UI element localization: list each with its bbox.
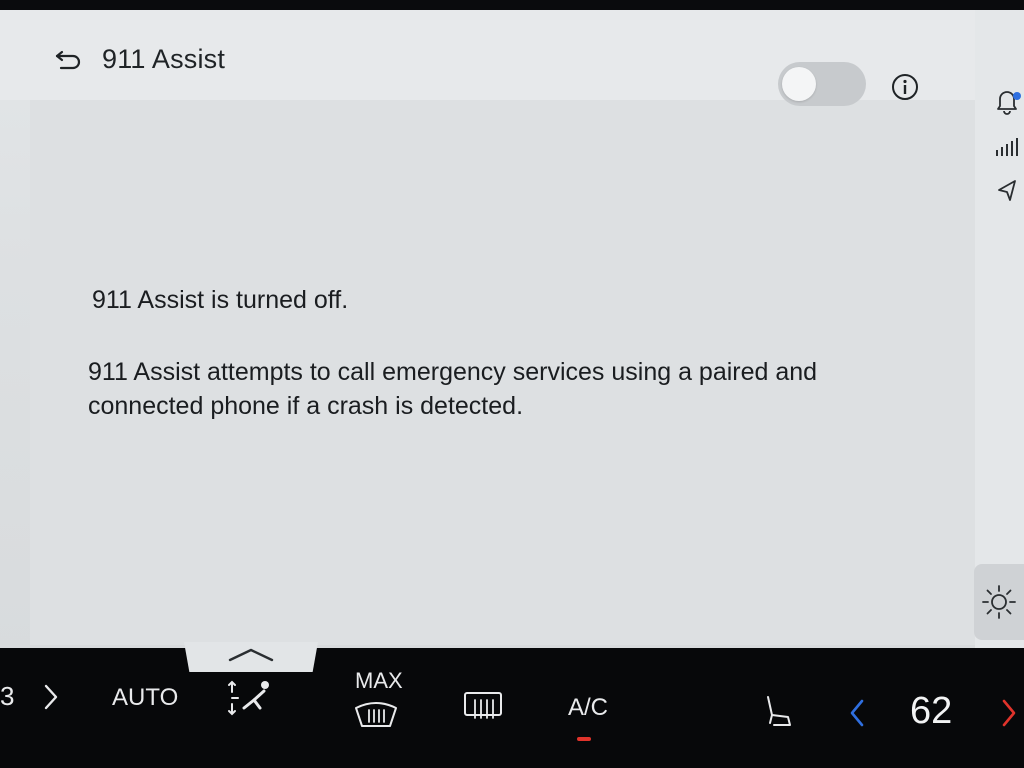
description-text: 911 Assist attempts to call emergency se… bbox=[88, 358, 818, 420]
rear-defrost-icon[interactable] bbox=[460, 688, 506, 724]
seat-icon[interactable] bbox=[758, 693, 798, 733]
brightness-button[interactable] bbox=[974, 564, 1024, 640]
chevron-right-icon[interactable] bbox=[996, 697, 1020, 729]
info-button[interactable] bbox=[890, 72, 920, 102]
screen: 911 Assist 911 Assist is turned off. 911… bbox=[0, 0, 1024, 768]
chevron-right-icon[interactable] bbox=[40, 682, 62, 712]
climate-expand-handle[interactable] bbox=[184, 642, 318, 672]
back-button[interactable] bbox=[48, 42, 88, 78]
bell-icon[interactable] bbox=[990, 84, 1024, 118]
max-defrost-icon[interactable] bbox=[352, 698, 400, 730]
toggle-knob bbox=[782, 67, 816, 101]
ac-button[interactable]: A/C bbox=[568, 694, 608, 722]
info-icon bbox=[892, 74, 918, 100]
signal-icon bbox=[990, 130, 1024, 164]
max-label: MAX bbox=[355, 668, 403, 693]
page-title: 911 Assist bbox=[102, 44, 226, 74]
climate-left-fragment: 3 bbox=[0, 681, 15, 711]
chevron-left-icon[interactable] bbox=[846, 697, 870, 729]
temperature-readout[interactable]: 62 bbox=[910, 690, 952, 733]
back-arrow-icon bbox=[55, 50, 81, 70]
auto-button[interactable]: AUTO bbox=[112, 684, 178, 712]
assist-toggle[interactable] bbox=[778, 62, 866, 106]
airflow-mode-icon[interactable] bbox=[222, 678, 278, 720]
chevron-up-icon bbox=[228, 648, 274, 662]
navigation-icon bbox=[990, 174, 1024, 208]
ac-indicator bbox=[577, 737, 591, 741]
status-message: 911 Assist is turned off. bbox=[92, 286, 349, 314]
brightness-icon bbox=[982, 585, 1016, 619]
